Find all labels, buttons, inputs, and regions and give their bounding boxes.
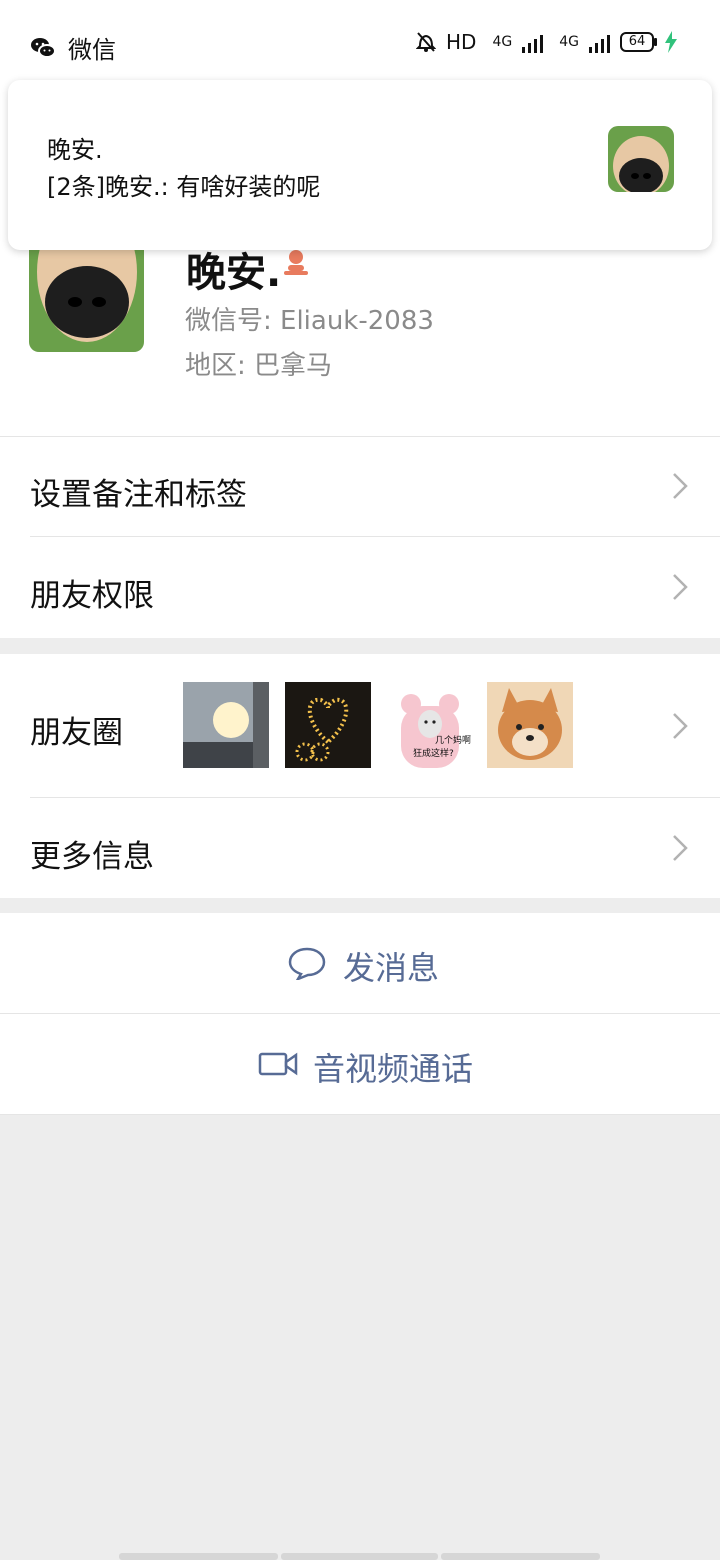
status-app-name: 微信 — [68, 36, 116, 64]
row-more-info[interactable]: 更多信息 — [0, 798, 720, 898]
wechat-icon — [31, 37, 56, 58]
chevron-right-icon — [673, 473, 688, 499]
status-right: HD 4G 4G 64 — [416, 30, 678, 54]
battery-indicator: 64 — [620, 32, 657, 52]
remark-tags-label: 设置备注和标签 — [30, 477, 247, 513]
chevron-right-icon — [673, 713, 688, 739]
moments-photo-meme: 几个妈啊 狂成这样? — [387, 682, 473, 768]
video-camera-icon — [258, 1052, 298, 1076]
send-message-button[interactable]: 发消息 — [0, 913, 720, 1013]
female-gender-icon — [284, 250, 308, 275]
gesture-handle-left — [119, 1553, 278, 1560]
send-message-label: 发消息 — [343, 949, 440, 987]
signal-bars-1 — [522, 31, 544, 53]
meme-text-2: 狂成这样? — [413, 749, 454, 759]
moments-photo-shiba — [487, 682, 573, 768]
wechat-id: 微信号: Eliauk-2083 — [185, 306, 434, 336]
av-call-label: 音视频通话 — [313, 1050, 474, 1088]
status-bar: 微信 HD 4G 4G 64 — [0, 0, 720, 88]
meme-text-1: 几个妈啊 — [435, 736, 472, 746]
chevron-right-icon — [673, 835, 688, 861]
notification-title: 晚安. — [47, 136, 103, 164]
row-friend-permissions[interactable]: 朋友权限 — [0, 537, 720, 637]
gesture-handle-center — [281, 1553, 438, 1560]
status-left: 微信 — [30, 30, 116, 65]
chat-bubble-icon — [288, 947, 326, 980]
sunset-image — [183, 682, 269, 768]
row-moments[interactable]: 朋友圈 几个妈啊 狂成这样? — [0, 654, 720, 797]
hd-label: HD — [446, 30, 477, 54]
moments-label: 朋友圈 — [30, 715, 123, 751]
settings-section-1: 设置备注和标签 朋友权限 — [0, 436, 720, 638]
row-remark-tags[interactable]: 设置备注和标签 — [0, 436, 720, 536]
charging-bolt-icon — [665, 31, 677, 53]
notification-message: [2条]晚安.: 有啥好装的呢 — [47, 173, 321, 201]
bottom-divider — [0, 1114, 720, 1115]
more-info-label: 更多信息 — [30, 839, 154, 875]
notification-avatar — [608, 126, 674, 192]
signal-bars-2 — [589, 31, 610, 53]
gesture-handle-right — [441, 1553, 600, 1560]
chevron-right-icon — [673, 574, 688, 600]
dog-thumb-image — [608, 126, 674, 192]
av-call-button[interactable]: 音视频通话 — [0, 1014, 720, 1114]
shiba-dog-image — [487, 682, 573, 768]
battery-percent: 64 — [628, 34, 646, 49]
mute-bell-icon — [416, 32, 437, 52]
settings-section-2: 朋友圈 几个妈啊 狂成这样? 更多信息 — [0, 654, 720, 898]
net-4g-2: 4G — [559, 34, 579, 50]
region: 地区: 巴拿马 — [185, 351, 333, 381]
notification-banner[interactable]: 晚安. [2条]晚安.: 有啥好装的呢 — [8, 80, 712, 250]
moments-photo-sunset — [183, 682, 269, 768]
candles-heart-image — [285, 682, 371, 768]
friend-permissions-label: 朋友权限 — [30, 578, 154, 614]
moments-photo-candles — [285, 682, 371, 768]
net-4g-1: 4G — [492, 34, 513, 50]
